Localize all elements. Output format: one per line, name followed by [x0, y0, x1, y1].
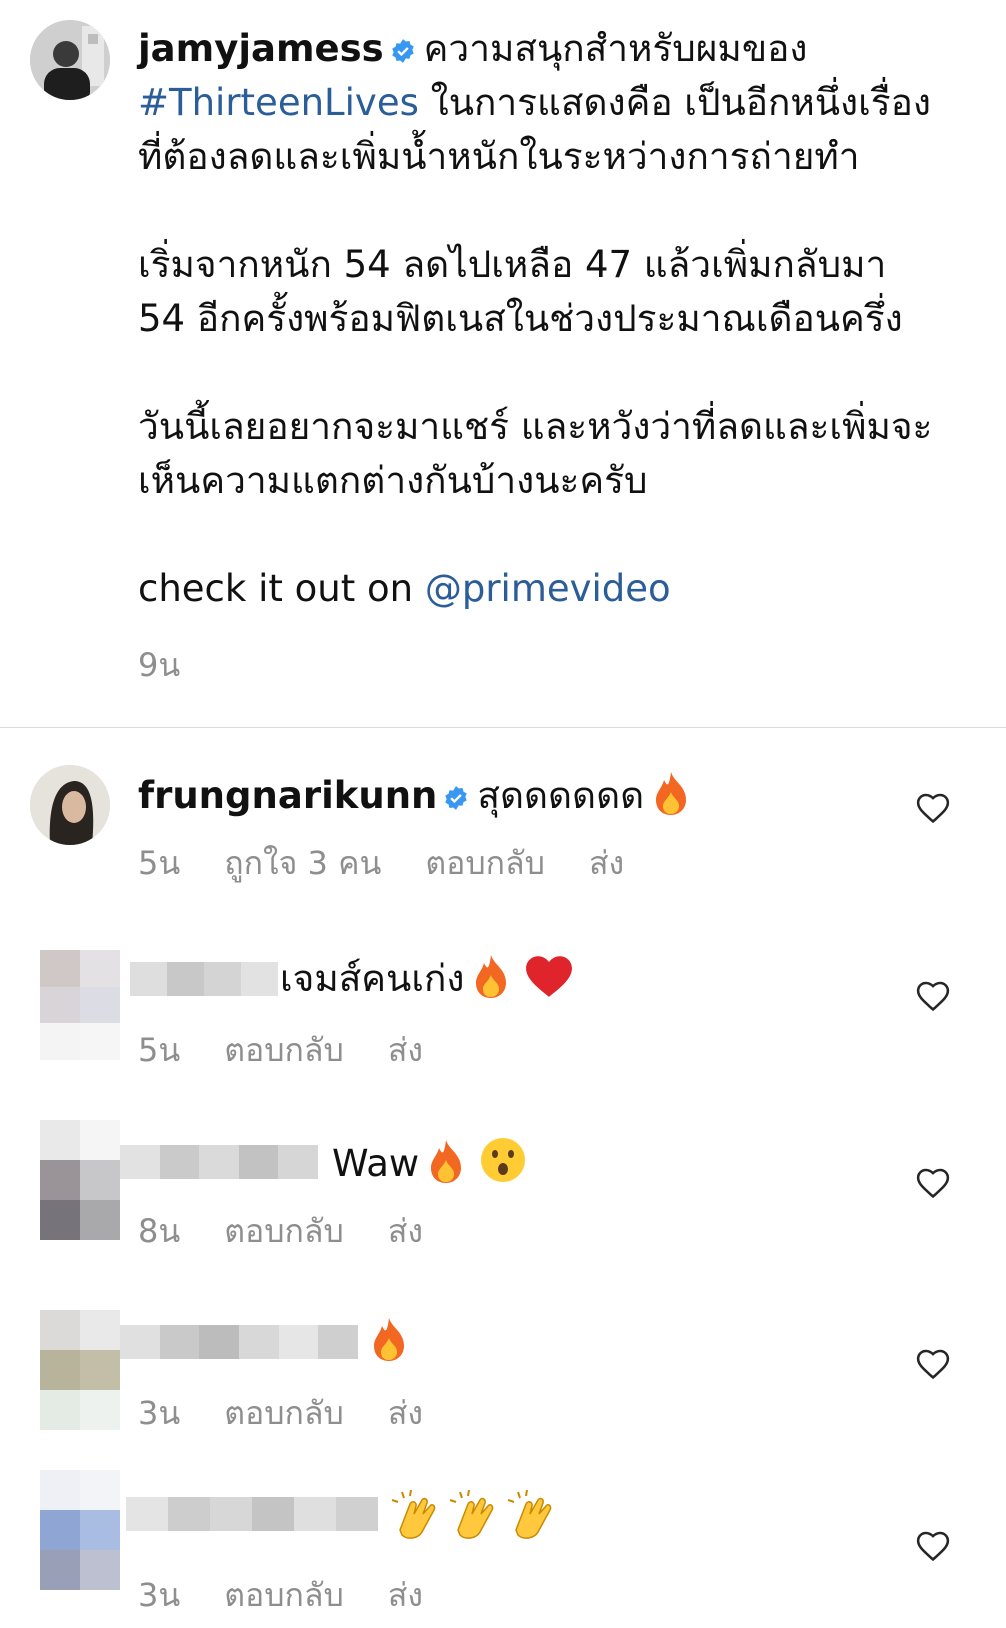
comment-meta: 3น ตอบกลับ ส่ง — [138, 1388, 467, 1439]
comment-avatar[interactable] — [40, 950, 120, 1060]
caption-lead-text: ความสนุกสำหรับผมของ — [423, 27, 808, 70]
send-button[interactable]: ส่ง — [388, 1031, 423, 1069]
comment-text: เจมส์คนเก่ง — [280, 957, 465, 1000]
surprised-face-emoji-icon — [481, 1138, 526, 1182]
fire-emoji-icon — [431, 1140, 462, 1183]
mention-link[interactable]: @primevideo — [425, 567, 671, 610]
reply-button[interactable]: ตอบกลับ — [425, 844, 545, 882]
blurred-username — [120, 1145, 318, 1179]
comment-meta: 8น ตอบกลับ ส่ง — [138, 1206, 467, 1257]
heart-icon[interactable] — [916, 1530, 950, 1562]
clapping-hands-emoji-icon — [507, 1490, 552, 1539]
comment-timestamp: 5น — [138, 1031, 181, 1069]
caption-para3-line2: เห็นความแตกต่างกันบ้างนะครับ — [138, 459, 648, 502]
comment-avatar[interactable] — [40, 1470, 120, 1590]
comment-text: Waw — [332, 1142, 420, 1185]
reply-button[interactable]: ตอบกลับ — [224, 1031, 344, 1069]
verified-badge-icon — [445, 786, 468, 810]
comment-body — [362, 1316, 410, 1367]
comment-username[interactable]: frungnarikunn — [138, 774, 437, 817]
blurred-username — [130, 962, 278, 996]
clapping-hands-emoji-icon — [391, 1490, 436, 1539]
comment-body — [384, 1490, 558, 1547]
comment-timestamp: 3น — [138, 1394, 181, 1432]
caption-para2-line2: 54 อีกครั้งพร้อมฟิตเนสในช่วงประมาณเดือนค… — [138, 297, 903, 340]
divider — [0, 727, 1006, 728]
clapping-hands-emoji-icon — [449, 1490, 494, 1539]
comment-likes-count[interactable]: ถูกใจ 3 คน — [224, 844, 381, 882]
comment-meta: 5น ตอบกลับ ส่ง — [138, 1025, 467, 1076]
comment-meta: 3น ตอบกลับ ส่ง — [138, 1570, 467, 1621]
comment-avatar[interactable] — [30, 765, 110, 845]
post-author-avatar[interactable] — [30, 20, 110, 100]
heart-icon[interactable] — [916, 792, 950, 824]
fire-emoji-icon — [374, 1318, 404, 1361]
heart-icon[interactable] — [916, 1348, 950, 1380]
heart-icon[interactable] — [916, 980, 950, 1012]
send-button[interactable]: ส่ง — [589, 844, 624, 882]
caption-line2: ที่ต้องลดและเพิ่มน้ำหนักในระหว่างการถ่าย… — [138, 135, 860, 178]
post-author-username[interactable]: jamyjamess — [138, 27, 384, 70]
verified-badge-icon — [391, 39, 414, 63]
post-caption: jamyjamess ความสนุกสำหรับผมของ #ThirteenL… — [138, 22, 968, 616]
caption-para2-line1: เริ่มจากหนัก 54 ลดไปเหลือ 47 แล้วเพิ่มกล… — [138, 243, 887, 286]
comment-body: frungnarikunn สุดดดดดด — [138, 770, 692, 821]
comment-avatar[interactable] — [40, 1120, 120, 1240]
reply-button[interactable]: ตอบกลับ — [224, 1394, 344, 1432]
blurred-username — [120, 1325, 359, 1359]
hashtag-link[interactable]: #ThirteenLives — [138, 81, 419, 124]
red-heart-emoji-icon — [526, 956, 573, 997]
fire-emoji-icon — [656, 772, 687, 815]
comment-body: เจมส์คนเก่ง — [280, 953, 574, 1004]
heart-icon[interactable] — [916, 1167, 950, 1199]
reply-button[interactable]: ตอบกลับ — [224, 1212, 344, 1250]
comment-body: Waw — [332, 1136, 527, 1189]
fire-emoji-icon — [476, 955, 507, 998]
reply-button[interactable]: ตอบกลับ — [224, 1576, 344, 1614]
comment-timestamp: 3น — [138, 1576, 181, 1614]
caption-para3-line1: วันนี้เลยอยากจะมาแชร์ และหวังว่าที่ลดและ… — [138, 405, 933, 448]
comment-timestamp: 5น — [138, 844, 181, 882]
send-button[interactable]: ส่ง — [388, 1576, 423, 1614]
send-button[interactable]: ส่ง — [388, 1394, 423, 1432]
caption-para4-text: check it out on — [138, 567, 425, 610]
blurred-username — [126, 1497, 378, 1531]
send-button[interactable]: ส่ง — [388, 1212, 423, 1250]
comment-avatar[interactable] — [40, 1310, 120, 1430]
comment-meta: 5น ถูกใจ 3 คน ตอบกลับ ส่ง — [138, 838, 668, 889]
comment-text: สุดดดดดด — [477, 774, 645, 817]
comment-timestamp: 8น — [138, 1212, 181, 1250]
post-timestamp: 9น — [138, 646, 181, 684]
caption-line1-rest: ในการแสดงคือ เป็นอีกหนึ่งเรื่อง — [418, 81, 931, 124]
